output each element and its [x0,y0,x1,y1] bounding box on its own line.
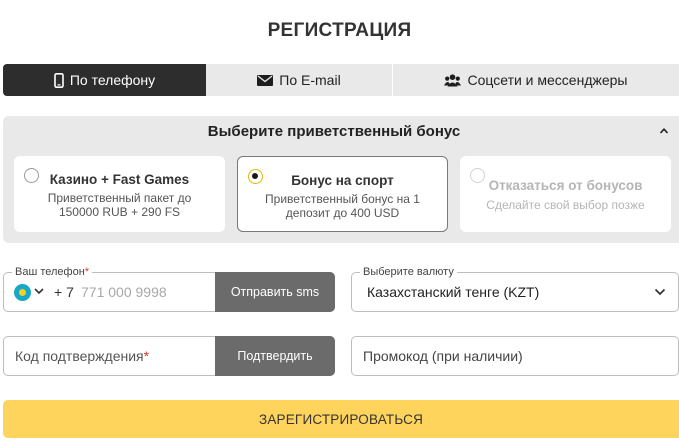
bonus-option-casino[interactable]: Казино + Fast Games Приветственный пакет… [14,156,225,232]
phone-label: Ваш телефон* [12,265,93,279]
registration-tabs: По телефону По E-mail Соцсети и мессендж… [3,64,679,96]
currency-label: Выберите валюту [360,265,457,279]
envelope-icon [257,74,274,86]
page-title: РЕГИСТРАЦИЯ [267,20,412,41]
bonus-option-decline[interactable]: Отказаться от бонусов Сделайте свой выбо… [460,156,671,232]
currency-select[interactable]: Выберите валюту Казахстанский тенге (KZT… [351,265,679,312]
tab-social[interactable]: Соцсети и мессенджеры [393,64,679,96]
bonus-panel: Выберите приветственный бонус Казино + F… [3,116,679,243]
chevron-up-icon[interactable] [659,126,669,136]
chevron-down-icon[interactable] [654,288,666,296]
tab-phone-label: По телефону [69,72,156,88]
users-icon [444,73,462,87]
bonus-option-desc: Сделайте свой выбор позже [486,198,645,212]
bonus-option-name: Бонус на спорт [291,173,394,188]
tab-social-label: Соцсети и мессенджеры [467,72,628,88]
register-button[interactable]: ЗАРЕГИСТРИРОВАТЬСЯ [3,400,679,438]
phone-field: Ваш телефон* + 7 771 000 9998 Отправить … [3,265,335,312]
kazakhstan-flag-icon[interactable] [14,284,31,301]
send-sms-button[interactable]: Отправить sms [215,272,335,312]
phone-input[interactable]: 771 000 9998 [81,284,167,300]
confirmation-code-field[interactable]: Код подтверждения* Подтвердить [3,336,335,376]
bonus-option-sport[interactable]: Бонус на спорт Приветственный бонус на 1… [237,156,448,232]
currency-value: Казахстанский тенге (KZT) [367,284,540,300]
confirmation-code-input[interactable]: Код подтверждения* [15,348,149,364]
bonus-option-desc: Приветственный бонус на 1 депозит до 400… [265,192,420,220]
bonus-option-desc: Приветственный пакет до 150000 RUB + 290… [47,191,192,219]
tab-email-label: По E-mail [279,72,341,88]
promo-code-field[interactable]: Промокод (при наличии) [351,336,679,376]
bonus-option-name: Отказаться от бонусов [488,178,643,193]
tab-phone[interactable]: По телефону [3,64,206,96]
bonus-heading: Выберите приветственный бонус [207,123,461,140]
phone-prefix: + 7 [54,284,74,300]
chevron-down-icon[interactable] [34,287,44,295]
promo-code-input[interactable]: Промокод (при наличии) [363,348,523,364]
phone-icon [54,72,64,88]
bonus-option-name: Казино + Fast Games [49,172,190,187]
confirm-button[interactable]: Подтвердить [215,336,335,376]
tab-email[interactable]: По E-mail [206,64,393,96]
